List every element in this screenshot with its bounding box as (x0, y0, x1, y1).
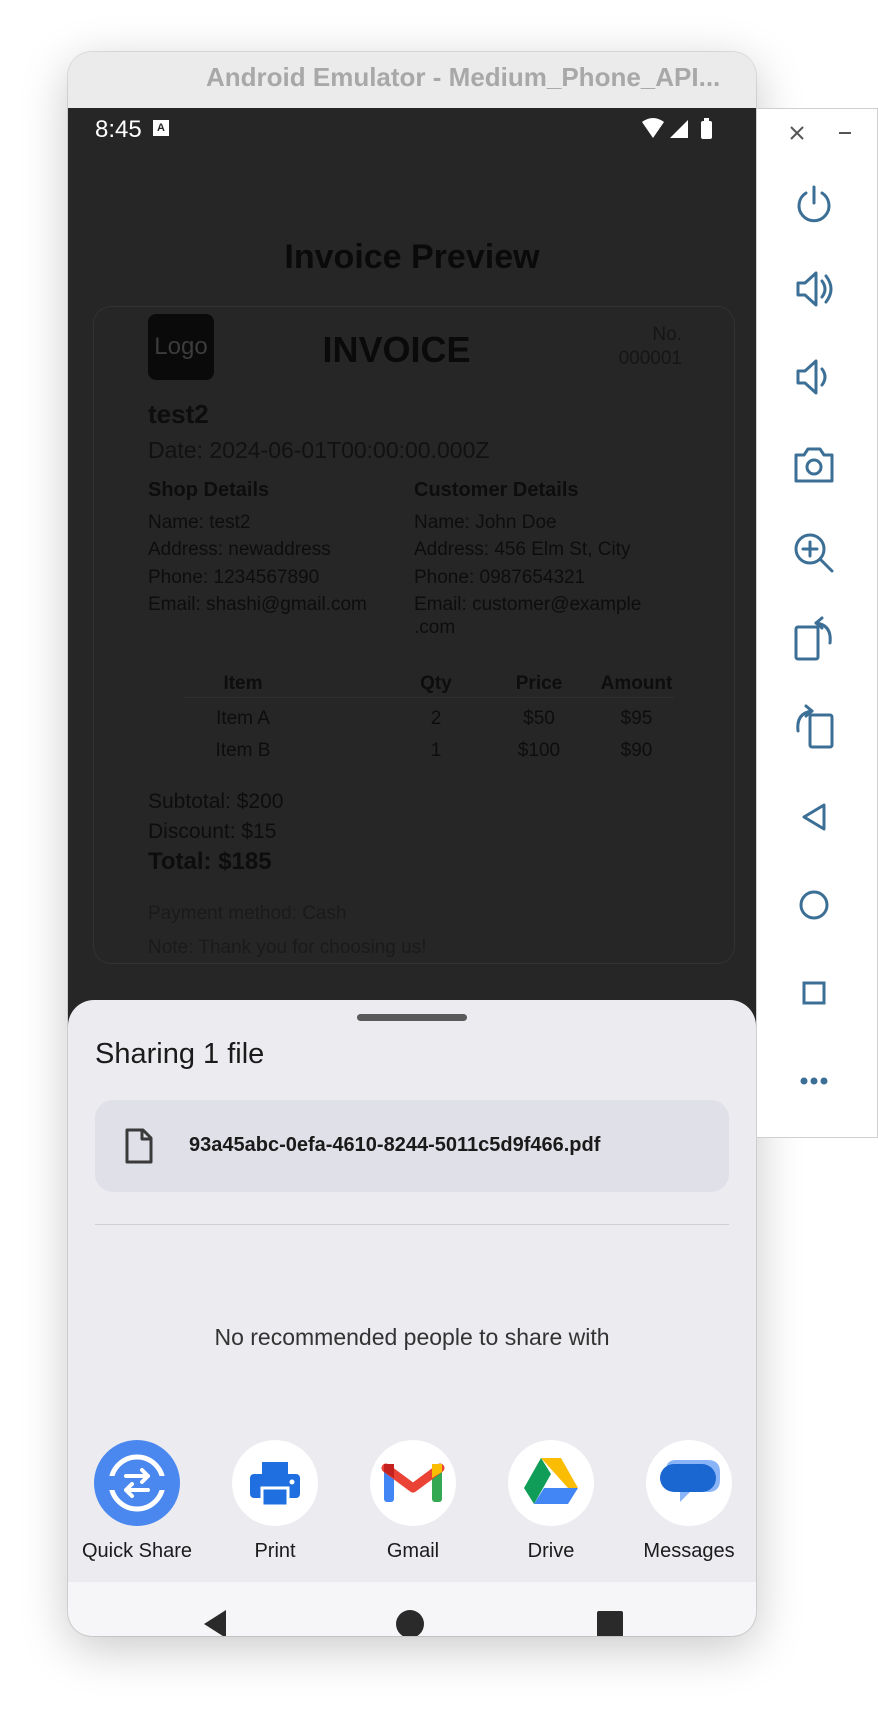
subtotal: Subtotal: $200 (148, 790, 284, 813)
column-header-qty: Qty (420, 673, 452, 694)
share-target-label: Messages (643, 1540, 735, 1562)
shared-file-preview: 93a45abc-0efa-4610-8244-5011c5d9f466.pdf (95, 1100, 729, 1192)
invoice-number: No. 000001 (619, 323, 682, 371)
table-cell: Item B (215, 740, 271, 761)
share-target-quick-share[interactable]: Quick Share (72, 1440, 202, 1563)
share-target-label: Drive (527, 1540, 575, 1562)
table-row: Item A 2 $50 $95 (184, 702, 674, 734)
divider (95, 1224, 729, 1225)
file-icon (125, 1128, 153, 1164)
share-target-label: Gmail (386, 1540, 440, 1562)
invoice-note: Note: Thank you for choosing us! (148, 937, 427, 958)
status-bar: 8:45 A (68, 108, 756, 148)
customer-phone-line: Phone: 0987654321 (414, 566, 586, 588)
share-sheet-title: Sharing 1 file (95, 1038, 265, 1070)
drag-handle[interactable] (357, 1014, 467, 1021)
status-icons (642, 118, 716, 145)
payment-method: Payment method: Cash (148, 903, 347, 924)
window-title: Android Emulator - Medium_Phone_API... (206, 62, 721, 92)
emulator-toolbar (756, 108, 878, 1138)
logo: Logo (148, 314, 214, 380)
drive-icon[interactable] (508, 1440, 594, 1526)
nav-overview-icon[interactable] (596, 1610, 624, 1636)
window-titlebar[interactable]: Android Emulator - Medium_Phone_API... (68, 52, 756, 109)
no-recommendations-text: No recommended people to share with (214, 1324, 610, 1350)
total: Total: $185 (148, 848, 272, 875)
shop-phone-line: Phone: 1234567890 (148, 566, 320, 588)
table-cell: $90 (620, 740, 653, 761)
invoice-title: INVOICE (322, 329, 471, 370)
items-table-header: Item Qty Price Amount (184, 667, 674, 698)
shop-email-line: Email: shashi@gmail.com (148, 594, 367, 615)
print-icon[interactable] (232, 1440, 318, 1526)
wifi-signal-battery-icon (642, 118, 712, 139)
share-target-drive[interactable]: Drive (486, 1440, 616, 1563)
emulator-window: Android Emulator - Medium_Phone_API... 8… (68, 52, 756, 1636)
more-icon[interactable] (786, 1053, 842, 1109)
file-name: 93a45abc-0efa-4610-8244-5011c5d9f466.pdf (189, 1134, 601, 1156)
share-sheet: Sharing 1 file 93a45abc-0efa-4610-8244-5… (68, 1000, 756, 1636)
table-cell: $100 (517, 740, 561, 761)
customer-details: Customer Details Name: John Doe Address:… (414, 477, 641, 641)
invoice-number-value: 000001 (618, 348, 682, 369)
messages-icon[interactable] (646, 1440, 732, 1526)
camera-icon[interactable] (786, 437, 842, 493)
share-target-gmail[interactable]: Gmail (348, 1440, 478, 1563)
column-header-amount: Amount (600, 673, 673, 694)
minimize-icon[interactable] (831, 119, 859, 147)
table-cell: $95 (620, 708, 653, 729)
share-target-print[interactable]: Print (210, 1440, 340, 1563)
volume-up-icon[interactable] (786, 261, 842, 317)
table-cell: 2 (430, 708, 442, 729)
quick-share-icon[interactable] (94, 1440, 180, 1526)
shop-details: Shop Details Name: test2 Address: newadd… (148, 477, 367, 619)
items-table: Item Qty Price Amount Item A 2 $50 $95 I… (184, 667, 674, 766)
overview-icon[interactable] (786, 965, 842, 1021)
customer-name-line: Name: John Doe (414, 511, 557, 533)
navigation-bar (68, 1582, 756, 1636)
shop-name: test2 (148, 399, 209, 429)
shop-details-heading: Shop Details (148, 479, 270, 501)
share-target-messages[interactable]: Messages (624, 1440, 754, 1563)
volume-down-icon[interactable] (786, 349, 842, 405)
rotate-left-icon[interactable] (786, 613, 842, 669)
phone-screen: 8:45 A Invoice Preview Logo INVOICE No. … (68, 108, 756, 1636)
share-target-label: Print (254, 1540, 296, 1562)
invoice-totals: Subtotal: $200 Discount: $15 Total: $185 (148, 787, 283, 877)
shop-address-line: Address: newaddress (148, 539, 331, 560)
discount: Discount: $15 (148, 820, 277, 843)
invoice-date: Date: 2024-06-01T00:00:00.000Z (148, 437, 490, 463)
nav-back-icon[interactable] (200, 1608, 230, 1636)
shop-name-line: Name: test2 (148, 511, 251, 533)
rotate-right-icon[interactable] (786, 701, 842, 757)
power-icon[interactable] (786, 177, 842, 233)
table-cell: $50 (523, 708, 555, 729)
customer-details-heading: Customer Details (414, 479, 579, 501)
back-icon[interactable] (786, 789, 842, 845)
table-row: Item B 1 $100 $90 (184, 734, 674, 766)
home-icon[interactable] (786, 877, 842, 933)
close-icon[interactable] (783, 119, 811, 147)
customer-address-line: Address: 456 Elm St, City (414, 539, 631, 560)
notification-badge-icon: A (153, 120, 169, 136)
invoice-card: Logo INVOICE No. 000001 test2 Date: 2024… (93, 306, 735, 964)
invoice-number-label: No. (652, 324, 682, 345)
status-time: 8:45 (95, 116, 142, 143)
page-title: Invoice Preview (284, 238, 540, 276)
nav-home-icon[interactable] (395, 1609, 425, 1636)
column-header-item: Item (223, 673, 263, 694)
column-header-price: Price (515, 673, 563, 694)
share-target-label: Quick Share (81, 1540, 193, 1562)
table-cell: Item A (216, 708, 270, 729)
zoom-icon[interactable] (786, 525, 842, 581)
gmail-icon[interactable] (370, 1440, 456, 1526)
table-cell: 1 (430, 740, 442, 761)
